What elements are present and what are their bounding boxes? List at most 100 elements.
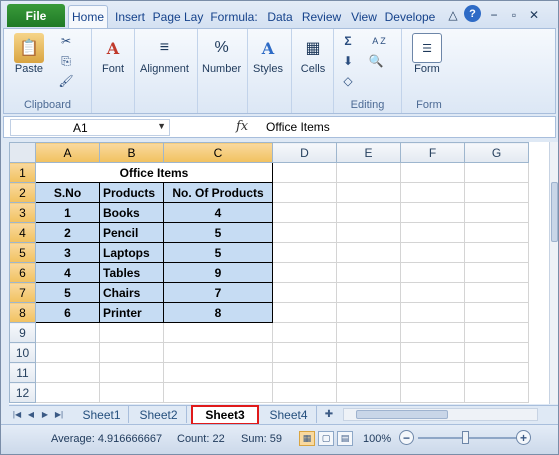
cell[interactable] xyxy=(464,342,529,363)
vertical-scrollbar[interactable] xyxy=(549,142,558,404)
collapse-ribbon-icon[interactable]: △ xyxy=(444,6,462,24)
col-header-f[interactable]: F xyxy=(400,142,465,163)
first-sheet-icon[interactable]: |◀ xyxy=(11,408,23,421)
row-header[interactable]: 8 xyxy=(9,302,36,323)
cell[interactable] xyxy=(272,362,337,383)
cell[interactable] xyxy=(336,302,401,323)
cell[interactable] xyxy=(336,182,401,203)
col-header-c[interactable]: C xyxy=(163,142,273,163)
cell[interactable] xyxy=(464,382,529,403)
cell[interactable] xyxy=(272,342,337,363)
cell[interactable] xyxy=(400,202,465,223)
cell[interactable] xyxy=(464,242,529,263)
horizontal-scroll-thumb[interactable] xyxy=(356,410,448,419)
tab-formulas[interactable]: Formula: xyxy=(207,6,261,28)
cell[interactable] xyxy=(35,322,100,343)
cut-icon[interactable]: ✂ xyxy=(58,33,74,49)
cells-button[interactable]: ▦ Cells xyxy=(298,33,328,75)
data-cell[interactable]: Pencil xyxy=(99,222,164,243)
zoom-in-icon[interactable]: + xyxy=(516,430,531,445)
cell[interactable] xyxy=(163,362,273,383)
sort-filter-icon[interactable]: A Z xyxy=(368,33,390,49)
chevron-down-icon[interactable]: ▼ xyxy=(157,121,166,131)
cell[interactable] xyxy=(464,162,529,183)
cell[interactable] xyxy=(272,282,337,303)
vertical-scroll-thumb[interactable] xyxy=(551,182,558,242)
data-cell[interactable]: Printer xyxy=(99,302,164,323)
cell[interactable] xyxy=(464,202,529,223)
data-cell[interactable]: 2 xyxy=(35,222,100,243)
cell[interactable] xyxy=(99,382,164,403)
formula-input[interactable]: Office Items xyxy=(266,120,330,134)
page-layout-view-icon[interactable]: ▢ xyxy=(318,431,334,446)
data-cell[interactable]: 5 xyxy=(163,242,273,263)
cell[interactable] xyxy=(336,362,401,383)
styles-button[interactable]: A Styles xyxy=(253,33,283,76)
cell[interactable] xyxy=(35,342,100,363)
cell[interactable] xyxy=(400,262,465,283)
tab-developer[interactable]: Develope xyxy=(384,6,436,28)
row-header[interactable]: 7 xyxy=(9,282,36,303)
data-cell[interactable]: Tables xyxy=(99,262,164,283)
cell[interactable] xyxy=(336,342,401,363)
cell[interactable] xyxy=(336,262,401,283)
normal-view-icon[interactable]: ▦ xyxy=(299,431,315,446)
cell[interactable] xyxy=(163,322,273,343)
data-cell[interactable]: 8 xyxy=(163,302,273,323)
cell[interactable] xyxy=(272,302,337,323)
data-cell[interactable]: 4 xyxy=(163,202,273,223)
row-header[interactable]: 3 xyxy=(9,202,36,223)
next-sheet-icon[interactable]: ▶ xyxy=(39,408,51,421)
cell[interactable] xyxy=(400,382,465,403)
new-sheet-icon[interactable]: ✚ xyxy=(321,408,337,421)
data-cell[interactable]: 7 xyxy=(163,282,273,303)
number-button[interactable]: % Number xyxy=(202,33,241,75)
cell[interactable] xyxy=(272,222,337,243)
tab-view[interactable]: View xyxy=(347,6,381,28)
col-header-b[interactable]: B xyxy=(99,142,164,163)
cell[interactable] xyxy=(336,322,401,343)
row-header[interactable]: 10 xyxy=(9,342,36,363)
name-box[interactable]: A1 ▼ xyxy=(10,119,170,136)
cell[interactable] xyxy=(400,322,465,343)
col-header-g[interactable]: G xyxy=(464,142,529,163)
fill-icon[interactable]: ⬇ xyxy=(340,53,356,69)
tab-data[interactable]: Data xyxy=(264,6,296,28)
tab-review[interactable]: Review xyxy=(299,6,344,28)
row-header[interactable]: 5 xyxy=(9,242,36,263)
cell[interactable] xyxy=(336,202,401,223)
header-cell-products[interactable]: Products xyxy=(99,182,164,203)
worksheet-grid[interactable]: A B C D E F G 1 Office Items 2 S.No Prod… xyxy=(9,142,549,404)
paste-button[interactable]: 📋 Paste xyxy=(14,33,44,75)
prev-sheet-icon[interactable]: ◀ xyxy=(25,408,37,421)
header-cell-count[interactable]: No. Of Products xyxy=(163,182,273,203)
cell[interactable] xyxy=(336,222,401,243)
cell[interactable] xyxy=(464,322,529,343)
help-icon[interactable]: ? xyxy=(464,5,481,22)
cell[interactable] xyxy=(336,282,401,303)
col-header-d[interactable]: D xyxy=(272,142,337,163)
select-all-corner[interactable] xyxy=(9,142,36,163)
col-header-a[interactable]: A xyxy=(35,142,100,163)
data-cell[interactable]: 5 xyxy=(35,282,100,303)
cell[interactable] xyxy=(400,342,465,363)
cell[interactable] xyxy=(163,382,273,403)
cell[interactable] xyxy=(400,222,465,243)
row-header[interactable]: 12 xyxy=(9,382,36,403)
find-select-icon[interactable]: 🔍 xyxy=(368,53,384,69)
cell[interactable] xyxy=(272,262,337,283)
cell[interactable] xyxy=(272,242,337,263)
title-cell[interactable]: Office Items xyxy=(35,162,273,183)
autosum-icon[interactable]: Σ xyxy=(340,33,356,49)
insert-function-icon[interactable]: fx xyxy=(236,119,248,134)
zoom-level[interactable]: 100% xyxy=(363,433,391,445)
tab-insert[interactable]: Insert xyxy=(111,6,149,28)
cell[interactable] xyxy=(272,382,337,403)
data-cell[interactable]: 1 xyxy=(35,202,100,223)
cell[interactable] xyxy=(464,222,529,243)
cell[interactable] xyxy=(400,362,465,383)
page-break-view-icon[interactable]: ▤ xyxy=(337,431,353,446)
cell[interactable] xyxy=(400,162,465,183)
close-icon[interactable]: ✕ xyxy=(525,6,543,24)
col-header-e[interactable]: E xyxy=(336,142,401,163)
